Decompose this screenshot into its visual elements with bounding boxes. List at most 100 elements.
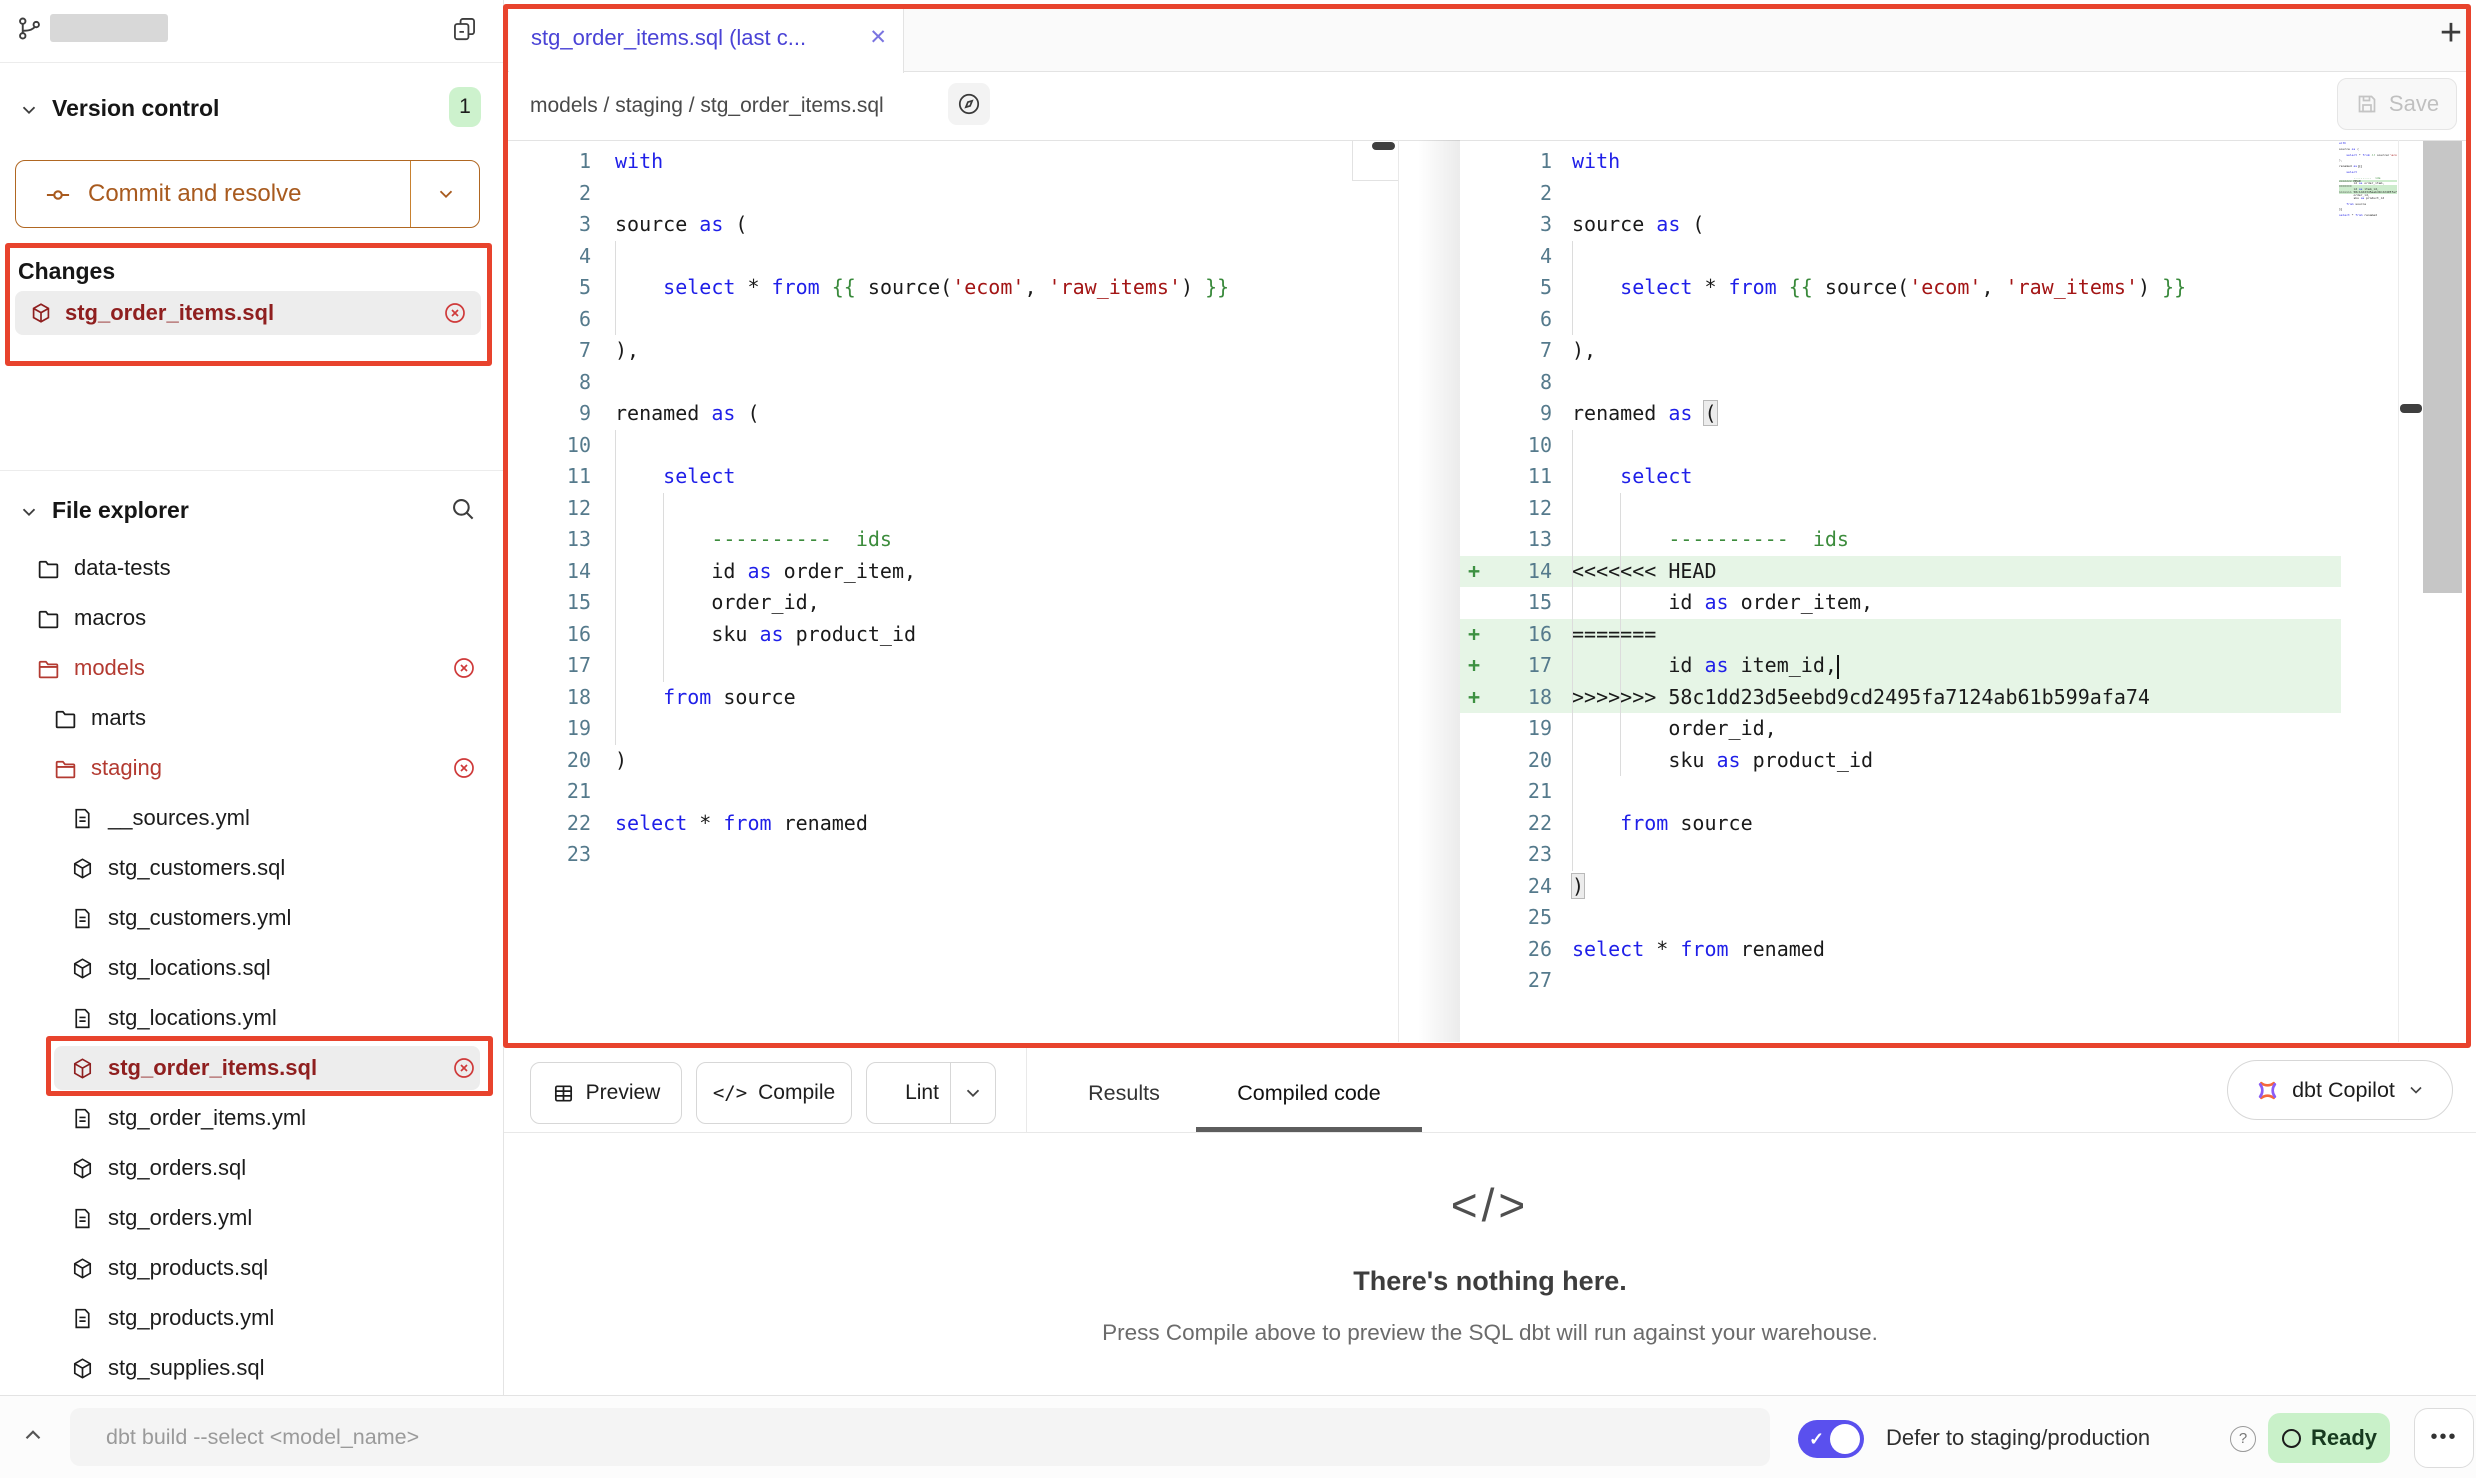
code-line[interactable]: 8 [1460, 367, 2341, 399]
code-line[interactable]: 6 [509, 304, 1398, 336]
error-circle-icon[interactable] [452, 756, 476, 780]
code-line[interactable]: 26select * from renamed [1460, 934, 2341, 966]
file-tree-item-stg-products-sql[interactable]: stg_products.sql [14, 1243, 490, 1293]
commit-chevron-down-icon[interactable] [435, 183, 457, 205]
code-line[interactable]: 9renamed as ( [509, 398, 1398, 430]
code-line[interactable]: 5 select * from {{ source('ecom', 'raw_i… [509, 272, 1398, 304]
code-line[interactable]: 24) [1460, 871, 2341, 903]
code-line[interactable]: 11 select [509, 461, 1398, 493]
search-icon[interactable] [449, 495, 476, 522]
error-circle-icon[interactable] [443, 301, 467, 325]
file-tree-item-stg-order-items-sql[interactable]: stg_order_items.sql [14, 1043, 490, 1093]
chevron-down-icon[interactable] [18, 99, 40, 121]
file-tree-item-models[interactable]: models [14, 643, 490, 693]
code-line[interactable]: 22 from source [1460, 808, 2341, 840]
code-line[interactable]: 3source as ( [509, 209, 1398, 241]
error-circle-icon[interactable] [452, 656, 476, 680]
code-line[interactable]: +16======= [1460, 619, 2341, 651]
dbt-copilot-button[interactable]: dbt Copilot [2227, 1060, 2453, 1120]
diff-right-pane[interactable]: 1with23source as (45 select * from {{ so… [1460, 146, 2341, 997]
code-line[interactable]: 10 [1460, 430, 2341, 462]
code-line[interactable]: 1with [509, 146, 1398, 178]
save-button[interactable]: Save [2337, 78, 2457, 130]
code-line[interactable]: 6 [1460, 304, 2341, 336]
code-line[interactable]: +17 id as item_id, [1460, 650, 2341, 682]
tab-close-icon[interactable]: ✕ [869, 5, 887, 71]
code-line[interactable]: 13 ---------- ids [1460, 524, 2341, 556]
lineage-compass-icon[interactable] [948, 83, 990, 125]
code-line[interactable]: 4 [509, 241, 1398, 273]
error-circle-icon[interactable] [452, 1056, 476, 1080]
code-line[interactable]: 15 order_id, [509, 587, 1398, 619]
code-line[interactable]: 7), [509, 335, 1398, 367]
code-line[interactable]: 20) [509, 745, 1398, 777]
expand-chevron-up-icon[interactable] [20, 1422, 46, 1448]
file-tree-item-stg-order-items-yml[interactable]: stg_order_items.yml [14, 1093, 490, 1143]
code-line[interactable]: 27 [1460, 965, 2341, 997]
ready-status-badge[interactable]: Ready [2268, 1413, 2390, 1463]
minimap[interactable]: withsource as ( select * from {{ source(… [2339, 142, 2397, 222]
copy-icon[interactable] [451, 15, 478, 42]
file-tree-item-macros[interactable]: macros [14, 593, 490, 643]
code-line[interactable]: +14<<<<<<< HEAD [1460, 556, 2341, 588]
file-tree-item-stg-orders-yml[interactable]: stg_orders.yml [14, 1193, 490, 1243]
changed-file-row[interactable]: stg_order_items.sql [15, 291, 481, 335]
file-tree-item-marts[interactable]: marts [14, 693, 490, 743]
code-line[interactable]: 22select * from renamed [509, 808, 1398, 840]
code-line[interactable]: 12 [509, 493, 1398, 525]
file-tree-item-stg-orders-sql[interactable]: stg_orders.sql [14, 1143, 490, 1193]
command-input[interactable]: dbt build --select <model_name> [70, 1408, 1770, 1466]
code-line[interactable]: 1with [1460, 146, 2341, 178]
code-line[interactable]: 8 [509, 367, 1398, 399]
code-line[interactable]: +18>>>>>>> 58c1dd23d5eebd9cd2495fa7124ab… [1460, 682, 2341, 714]
code-line[interactable]: 3source as ( [1460, 209, 2341, 241]
code-line[interactable]: 23 [509, 839, 1398, 871]
code-line[interactable]: 7), [1460, 335, 2341, 367]
new-tab-button[interactable]: + [2426, 8, 2476, 58]
code-line[interactable]: 20 sku as product_id [1460, 745, 2341, 777]
code-line[interactable]: 12 [1460, 493, 2341, 525]
code-line[interactable]: 16 sku as product_id [509, 619, 1398, 651]
chevron-down-icon[interactable] [18, 501, 40, 523]
file-tree-item-stg-products-yml[interactable]: stg_products.yml [14, 1293, 490, 1343]
code-line[interactable]: 19 [509, 713, 1398, 745]
lint-chevron-down-icon[interactable] [962, 1082, 984, 1104]
code-line[interactable]: 14 id as order_item, [509, 556, 1398, 588]
code-line[interactable]: 23 [1460, 839, 2341, 871]
code-line[interactable]: 25 [1460, 902, 2341, 934]
compile-button[interactable]: </> Compile [696, 1062, 852, 1124]
tab-stg-order-items[interactable]: stg_order_items.sql (last c... ✕ [509, 5, 904, 73]
preview-button[interactable]: Preview [530, 1062, 682, 1124]
file-tree-item-stg-customers-yml[interactable]: stg_customers.yml [14, 893, 490, 943]
code-line[interactable]: 4 [1460, 241, 2341, 273]
file-tree-item-stg-supplies-sql[interactable]: stg_supplies.sql [14, 1343, 490, 1393]
code-line[interactable]: 21 [1460, 776, 2341, 808]
more-options-button[interactable]: ••• [2414, 1408, 2474, 1468]
tab-compiled-code[interactable]: Compiled code [1204, 1062, 1414, 1124]
defer-toggle[interactable]: ✓ [1798, 1420, 1864, 1458]
code-line[interactable]: 19 order_id, [1460, 713, 2341, 745]
commit-and-resolve-button[interactable]: Commit and resolve [15, 160, 480, 228]
file-tree-item-staging[interactable]: staging [14, 743, 490, 793]
code-line[interactable]: 17 [509, 650, 1398, 682]
code-line[interactable]: 21 [509, 776, 1398, 808]
left-pane-scrollbar[interactable] [1372, 142, 1395, 150]
file-tree-item--sources-yml[interactable]: __sources.yml [14, 793, 490, 843]
file-tree-item-stg-locations-yml[interactable]: stg_locations.yml [14, 993, 490, 1043]
code-line[interactable]: 18 from source [509, 682, 1398, 714]
code-line[interactable]: 11 select [1460, 461, 2341, 493]
code-line[interactable]: 10 [509, 430, 1398, 462]
diff-left-pane[interactable]: 1with23source as (45 select * from {{ so… [509, 146, 1398, 871]
git-branch-icon[interactable] [16, 15, 43, 42]
lint-button[interactable]: Lint [866, 1062, 996, 1124]
file-tree-item-stg-customers-sql[interactable]: stg_customers.sql [14, 843, 490, 893]
code-line[interactable]: 13 ---------- ids [509, 524, 1398, 556]
help-icon[interactable]: ? [2230, 1426, 2256, 1452]
code-line[interactable]: 2 [509, 178, 1398, 210]
code-line[interactable]: 9renamed as ( [1460, 398, 2341, 430]
code-line[interactable]: 2 [1460, 178, 2341, 210]
right-pane-scrollbar[interactable] [2423, 141, 2462, 593]
code-line[interactable]: 15 id as order_item, [1460, 587, 2341, 619]
code-line[interactable]: 5 select * from {{ source('ecom', 'raw_i… [1460, 272, 2341, 304]
file-tree-item-data-tests[interactable]: data-tests [14, 543, 490, 593]
